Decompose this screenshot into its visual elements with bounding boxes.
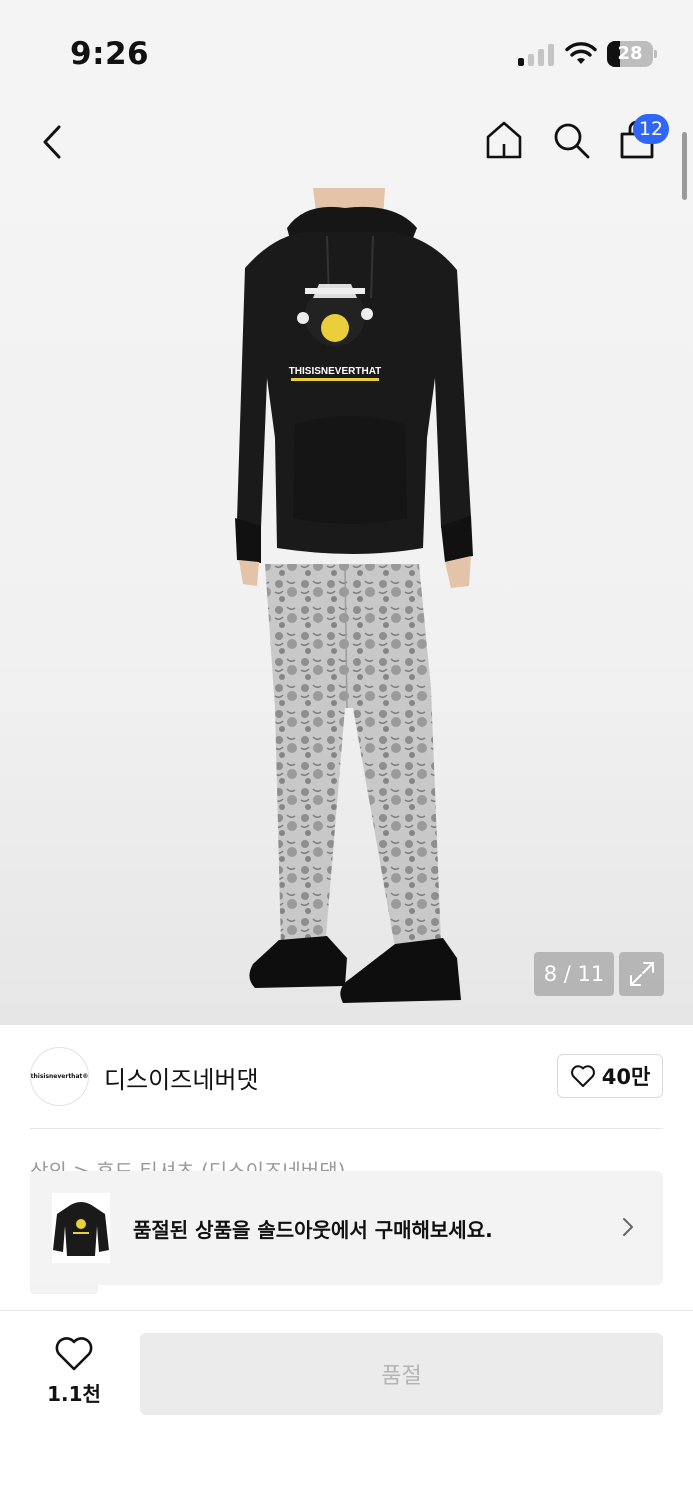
banner-product-thumbnail (52, 1193, 110, 1263)
search-button[interactable] (549, 118, 593, 162)
image-counter: 8 / 11 (534, 952, 614, 996)
scrollbar[interactable] (682, 132, 687, 200)
chevron-right-icon (623, 1218, 633, 1236)
wifi-icon (565, 42, 597, 64)
soldout-banner[interactable]: 품절된 상품을 솔드아웃에서 구매해보세요. (30, 1171, 663, 1285)
banner-text: 품절된 상품을 솔드아웃에서 구매해보세요. (133, 1218, 493, 1242)
cellular-signal-icon (518, 44, 554, 66)
bottom-bar-divider (0, 1310, 693, 1311)
hoodie-thumbnail-icon (53, 1202, 109, 1256)
status-bar: 9:26 28 (0, 0, 693, 100)
hoodie-print-text: THISISNEVERTHAT (289, 366, 382, 377)
brand-name[interactable]: 디스이즈네버댓 (104, 1060, 259, 1095)
home-button[interactable] (482, 118, 526, 162)
brand-logo-text: thisisneverthat® (30, 1073, 89, 1080)
brand-row: thisisneverthat® 디스이즈네버댓 40만 (0, 1025, 693, 1130)
brand-logo[interactable]: thisisneverthat® (30, 1047, 89, 1106)
fullscreen-button[interactable] (619, 952, 664, 996)
cart-count-badge: 12 (633, 114, 669, 144)
brand-like-count: 40만 (601, 1065, 651, 1089)
wishlist-button[interactable]: 1.1천 (40, 1336, 108, 1416)
status-time: 9:26 (70, 36, 150, 72)
soldout-buy-button[interactable]: 품절 (140, 1333, 663, 1415)
home-icon (486, 121, 522, 159)
brand-like-button[interactable]: 40만 (557, 1054, 663, 1098)
product-photo: THISISNEVERTHAT (235, 188, 473, 1003)
divider (30, 1128, 663, 1129)
back-button[interactable] (30, 120, 74, 164)
battery-icon: 28 (607, 41, 657, 67)
expand-icon (629, 962, 654, 986)
chevron-left-icon (43, 125, 61, 159)
battery-level: 28 (617, 43, 643, 64)
product-image-gallery[interactable]: 12 THISISNEVERTHAT 8 / 11 (0, 100, 693, 1025)
heart-icon (570, 1065, 595, 1087)
search-icon (554, 123, 590, 159)
wishlist-count: 1.1천 (47, 1382, 101, 1406)
heart-icon (55, 1337, 93, 1371)
